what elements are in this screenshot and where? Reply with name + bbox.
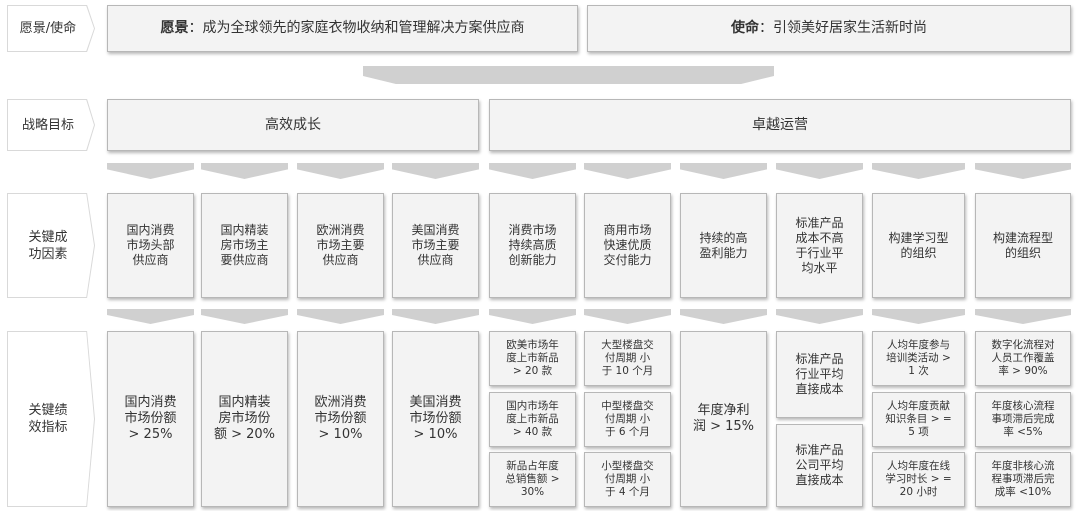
vision-label: 愿景: [160, 20, 189, 36]
kpi-usa: 美国消费 市场份额 > 10%: [392, 331, 479, 507]
ksf-process-org: 构建流程型 的组织: [975, 193, 1071, 298]
ksf-profit: 持续的高 盈利能力: [680, 193, 767, 298]
kpi-profit: 年度净利 润 > 15%: [680, 331, 767, 507]
chevron-down-icon: [872, 163, 965, 179]
chevron-down-icon: [776, 163, 863, 179]
kpi-learning-2: 人均年度贡献 知识条目 > = 5 项: [872, 392, 965, 447]
kpi-delivery-1: 大型楼盘交 付周期 小 于 10 个月: [584, 331, 671, 386]
mission-box: 使命：引领美好居家生活新时尚: [587, 5, 1071, 52]
goal-operational-excellence: 卓越运营: [489, 99, 1071, 151]
chevron-down-icon: [201, 163, 288, 179]
chevron-down-icon: [107, 309, 194, 324]
kpi-delivery-3: 小型楼盘交 付周期 小 于 4 个月: [584, 452, 671, 507]
ksf-delivery: 商用市场 快速优质 交付能力: [584, 193, 671, 298]
chevron-down-icon: [392, 309, 479, 324]
ksf-domestic-decorated: 国内精装 房市场主 要供应商: [201, 193, 288, 298]
ksf-cost: 标准产品 成本不高 于行业平 均水平: [776, 193, 863, 298]
row-label-ksf: 关键成 功因素: [7, 193, 95, 298]
chevron-down-icon: [297, 163, 384, 179]
ksf-innovation: 消费市场 持续高质 创新能力: [489, 193, 576, 298]
chevron-down-icon: [872, 309, 965, 324]
kpi-process-2: 年度核心流程 事项滞后完成 率 <5%: [975, 392, 1071, 447]
mission-label: 使命: [731, 20, 759, 36]
ksf-learning-org: 构建学习型 的组织: [872, 193, 965, 298]
chevron-down-icon: [680, 163, 767, 179]
chevron-down-icon: [776, 309, 863, 324]
kpi-innovation-1: 欧美市场年 度上市新品 > 20 款: [489, 331, 576, 386]
chevron-down-icon: [584, 163, 671, 179]
vision-text: 成为全球领先的家庭衣物收纳和管理解决方案供应商: [202, 20, 525, 36]
chevron-down-icon: [680, 309, 767, 324]
kpi-innovation-3: 新品占年度 总销售额 > 30%: [489, 452, 576, 507]
kpi-process-1: 数字化流程对 人员工作覆盖 率 > 90%: [975, 331, 1071, 386]
kpi-domestic-consumer: 国内消费 市场份额 > 25%: [107, 331, 194, 507]
chevron-down-icon: [975, 309, 1071, 324]
kpi-domestic-decorated: 国内精装 房市场份 额 > 20%: [201, 331, 288, 507]
kpi-cost-company: 标准产品 公司平均 直接成本: [776, 424, 863, 507]
row-label-kpi: 关键绩 效指标: [7, 331, 95, 507]
chevron-down-icon: [975, 163, 1071, 179]
kpi-delivery-2: 中型楼盘交 付周期 小 于 6 个月: [584, 392, 671, 447]
connector-bar: [363, 66, 774, 76]
ksf-usa: 美国消费 市场主要 供应商: [392, 193, 479, 298]
kpi-europe: 欧洲消费 市场份额 > 10%: [297, 331, 384, 507]
kpi-cost-industry: 标准产品 行业平均 直接成本: [776, 331, 863, 418]
goal-efficient-growth: 高效成长: [107, 99, 479, 151]
ksf-domestic-consumer: 国内消费 市场头部 供应商: [107, 193, 194, 298]
kpi-process-3: 年度非核心流 程事项滞后完 成率 <10%: [975, 452, 1071, 507]
chevron-down-icon: [489, 309, 576, 324]
mission-text: 引领美好居家生活新时尚: [773, 20, 927, 36]
chevron-down-icon: [489, 163, 576, 179]
chevron-down-icon: [584, 309, 671, 324]
kpi-learning-3: 人均年度在线 学习时长 > = 20 小时: [872, 452, 965, 507]
row-label-vision-mission: 愿景/使命: [7, 5, 95, 52]
row-label-strategic-goals: 战略目标: [7, 99, 95, 151]
kpi-innovation-2: 国内市场年 度上市新品 > 40 款: [489, 392, 576, 447]
chevron-down-icon: [107, 163, 194, 179]
vision-box: 愿景：成为全球领先的家庭衣物收纳和管理解决方案供应商: [107, 5, 578, 52]
connector-bar-taper: [363, 76, 774, 84]
ksf-europe: 欧洲消费 市场主要 供应商: [297, 193, 384, 298]
chevron-down-icon: [392, 163, 479, 179]
kpi-learning-1: 人均年度参与 培训类活动 > 1 次: [872, 331, 965, 386]
chevron-down-icon: [201, 309, 288, 324]
chevron-down-icon: [297, 309, 384, 324]
